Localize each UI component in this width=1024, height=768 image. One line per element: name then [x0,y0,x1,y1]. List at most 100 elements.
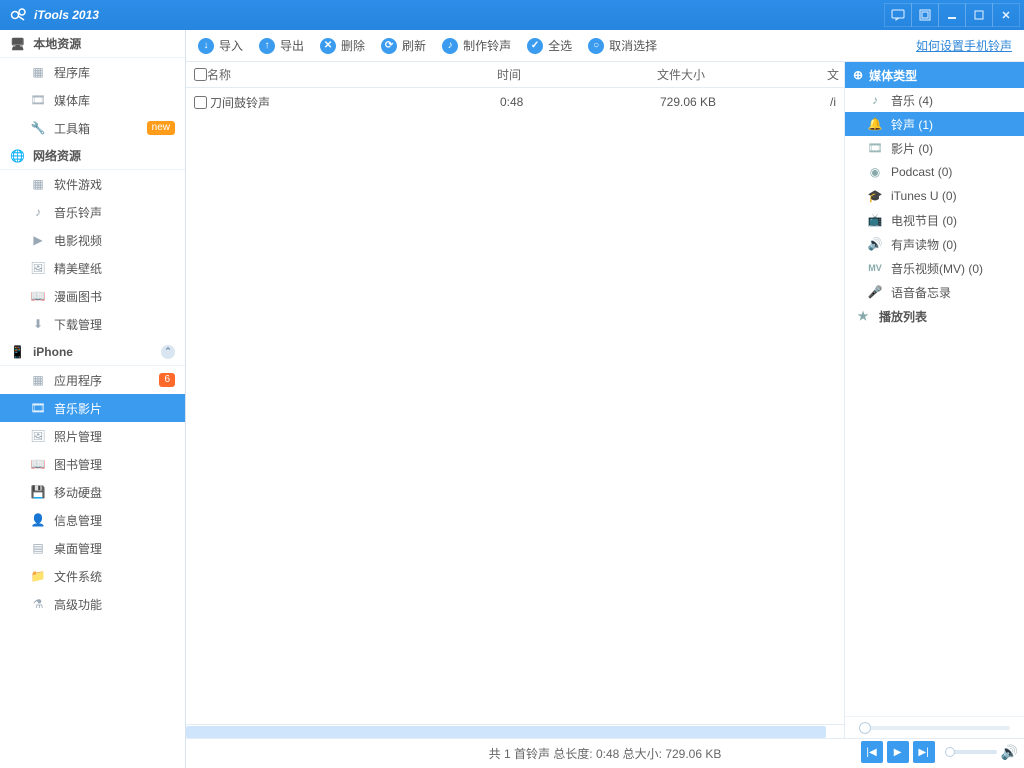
wrench-icon: 🔧 [30,121,46,135]
row-checkbox[interactable] [194,96,207,109]
flask-icon: ⚗ [30,597,46,611]
scrollbar-thumb[interactable] [186,726,826,738]
play-button[interactable]: ▶ [887,741,909,763]
circle-icon: ○ [588,38,604,54]
sidebar-item-advanced[interactable]: ⚗高级功能 [0,590,185,618]
star-icon: ★ [855,309,871,323]
check-icon: ✓ [527,38,543,54]
image-icon: 🖼 [30,429,46,443]
hat-icon: 🎓 [867,189,883,203]
mv-icon: MV [867,263,883,273]
sidebar-item-wallpapers[interactable]: 🖼精美壁纸 [0,254,185,282]
select-all-button[interactable]: ✓全选 [527,37,572,54]
seek-thumb[interactable] [859,722,871,734]
sidebar-item-music[interactable]: ♪音乐铃声 [0,198,185,226]
statusbar: 共 1 首铃声 总长度: 0:48 总大小: 729.06 KB |◀ ▶ ▶|… [186,738,1024,768]
sidebar-section-local[interactable]: 🖥 本地资源 [0,30,185,58]
next-button[interactable]: ▶| [913,741,935,763]
download-icon: ⬇ [30,317,46,331]
media-mv[interactable]: MV音乐视频(MV) (0) [845,256,1024,280]
maximize-button[interactable] [965,3,993,27]
sidebar-item-photos[interactable]: 🖼照片管理 [0,422,185,450]
sidebar-item-ibooks[interactable]: 📖图书管理 [0,450,185,478]
count-badge: 6 [159,373,175,387]
col-time[interactable]: 时间 [497,66,657,83]
film-icon: 🎞 [867,141,883,155]
make-ringtone-button[interactable]: ♪制作铃声 [442,37,511,54]
expand-icon[interactable]: ⊕ [853,68,863,82]
media-tv[interactable]: 📺电视节目 (0) [845,208,1024,232]
compact-button[interactable] [911,3,939,27]
import-button[interactable]: ↓导入 [198,37,243,54]
sidebar-section-label: iPhone [33,345,73,359]
close-button[interactable] [992,3,1020,27]
note-icon: ♪ [867,93,883,107]
seek-bar[interactable] [845,716,1024,738]
delete-icon: ✕ [320,38,336,54]
podcast-icon: ◉ [867,165,883,179]
sidebar-item-media[interactable]: 🎞媒体库 [0,86,185,114]
sidebar-item-disk[interactable]: 💾移动硬盘 [0,478,185,506]
image-icon: 🖼 [30,261,46,275]
book-icon: 📖 [30,289,46,303]
select-all-checkbox[interactable] [194,68,207,81]
media-ringtone[interactable]: 🔔铃声 (1) [845,112,1024,136]
book-icon: 📖 [30,457,46,471]
grid-icon: ▦ [30,373,46,387]
app-title: iTools 2013 [34,8,99,22]
col-ext[interactable]: 文 [827,66,839,83]
refresh-button[interactable]: ⟳刷新 [381,37,426,54]
media-audiobook[interactable]: 🔊有声读物 (0) [845,232,1024,256]
window-controls [885,3,1020,27]
sidebar-item-applications[interactable]: ▦应用程序6 [0,366,185,394]
help-link[interactable]: 如何设置手机铃声 [916,37,1012,54]
sidebar-section-network[interactable]: 🌐 网络资源 [0,142,185,170]
layout-icon: ▤ [30,541,46,555]
sidebar-item-movies[interactable]: ▶电影视频 [0,226,185,254]
media-itunesu[interactable]: 🎓iTunes U (0) [845,184,1024,208]
sidebar-item-apps[interactable]: ▦软件游戏 [0,170,185,198]
media-music[interactable]: ♪音乐 (4) [845,88,1024,112]
col-name[interactable]: 名称 [207,66,497,83]
sidebar-item-music-video[interactable]: 🎞音乐影片 [0,394,185,422]
media-podcast[interactable]: ◉Podcast (0) [845,160,1024,184]
table-row[interactable]: 刀间鼓铃声 0:48 729.06 KB /i [186,88,844,116]
sidebar-item-downloads[interactable]: ⬇下载管理 [0,310,185,338]
export-icon: ↑ [259,38,275,54]
file-table: 名称 时间 文件大小 文 刀间鼓铃声 0:48 729.06 KB /i [186,62,844,738]
grid-icon: ▦ [30,177,46,191]
chevron-icon: ⌃ [161,345,175,359]
phone-icon: 📱 [10,345,25,359]
sidebar-item-library[interactable]: ▦程序库 [0,58,185,86]
deselect-button[interactable]: ○取消选择 [588,37,657,54]
col-size[interactable]: 文件大小 [657,66,827,83]
sidebar-item-desktop[interactable]: ▤桌面管理 [0,534,185,562]
sidebar-section-iphone[interactable]: 📱 iPhone ⌃ [0,338,185,366]
bell-icon: 🔔 [867,117,883,131]
tv-icon: 📺 [867,213,883,227]
playlist-header[interactable]: ★播放列表 [845,304,1024,328]
export-button[interactable]: ↑导出 [259,37,304,54]
play-icon: ▶ [30,233,46,247]
ringtone-icon: ♪ [442,38,458,54]
sidebar-item-filesystem[interactable]: 📁文件系统 [0,562,185,590]
volume-thumb[interactable] [945,747,955,757]
horizontal-scrollbar[interactable] [186,724,844,738]
minimize-button[interactable] [938,3,966,27]
feedback-button[interactable] [884,3,912,27]
monitor-icon: 🖥 [10,37,25,51]
sidebar-item-books[interactable]: 📖漫画图书 [0,282,185,310]
sidebar-item-toolbox[interactable]: 🔧工具箱new [0,114,185,142]
delete-button[interactable]: ✕删除 [320,37,365,54]
media-voice[interactable]: 🎤语音备忘录 [845,280,1024,304]
sidebar-item-info[interactable]: 👤信息管理 [0,506,185,534]
speaker-icon[interactable]: 🔊 [1001,744,1018,761]
film-icon: 🎞 [30,93,46,107]
note-icon: ♪ [30,205,46,219]
prev-button[interactable]: |◀ [861,741,883,763]
volume-slider[interactable] [945,750,997,754]
sidebar-section-label: 网络资源 [33,147,81,164]
sidebar-section-label: 本地资源 [33,35,81,52]
media-movies[interactable]: 🎞影片 (0) [845,136,1024,160]
logo-icon [10,6,28,24]
